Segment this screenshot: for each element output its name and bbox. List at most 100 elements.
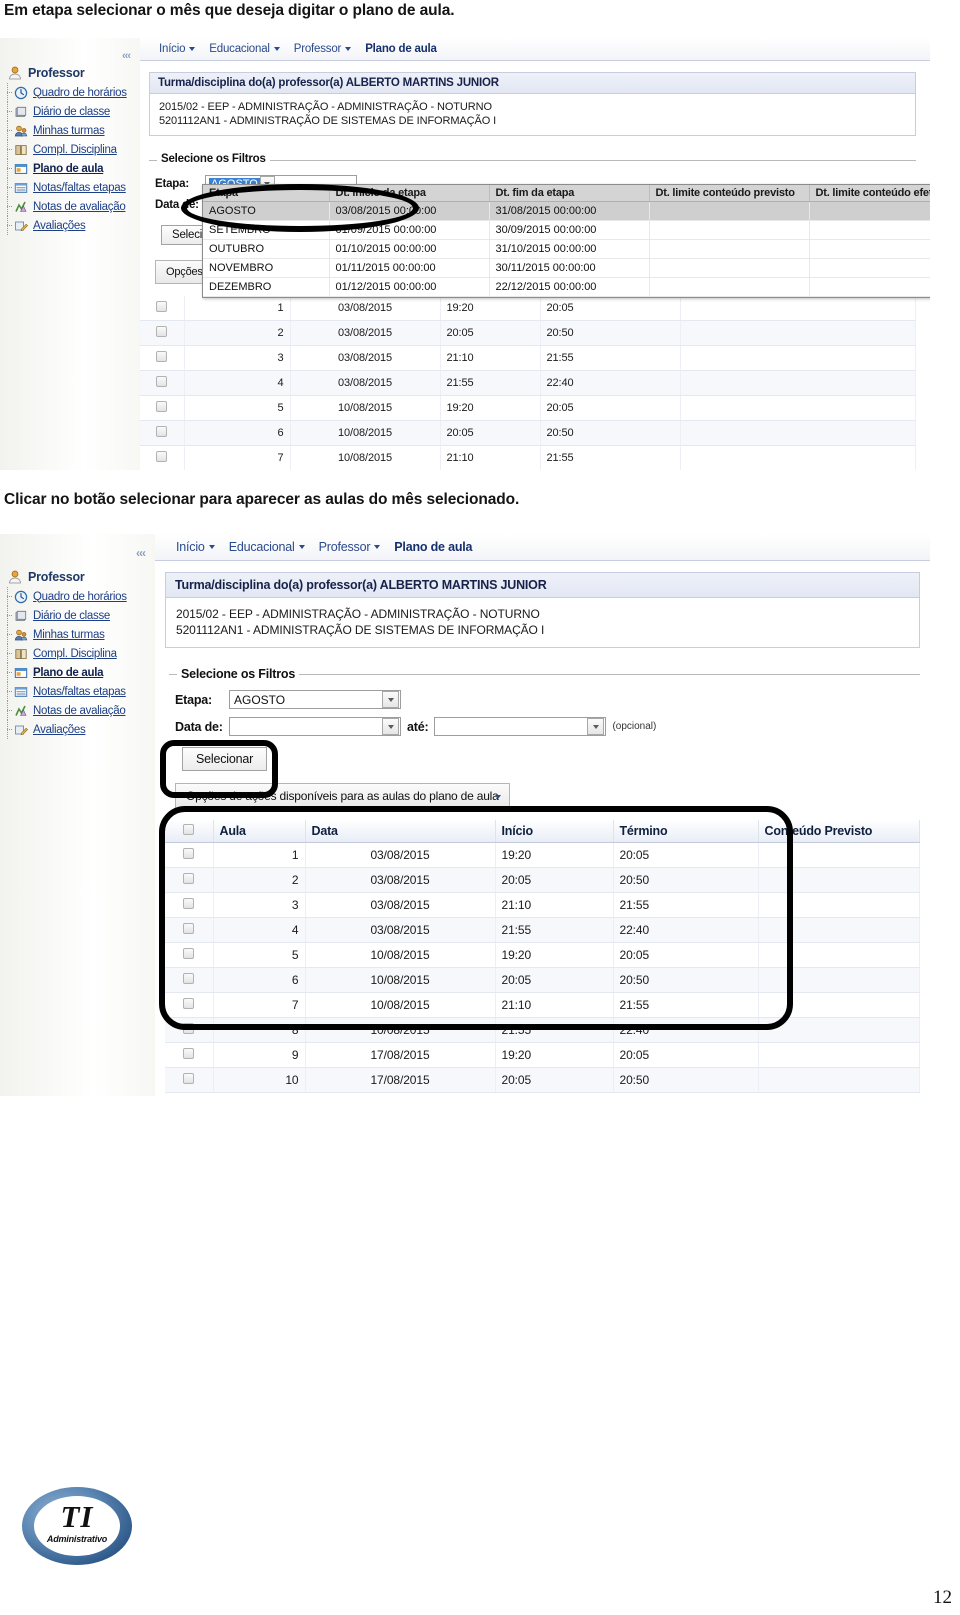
row-checkbox[interactable]	[156, 326, 168, 337]
table-row[interactable]: 7 10/08/2015 21:10 21:55	[140, 445, 916, 470]
calendar-chevron-icon[interactable]	[587, 718, 605, 735]
row-checkbox[interactable]	[183, 1023, 195, 1034]
row-checkbox[interactable]	[156, 351, 168, 362]
row-checkbox-cell[interactable]	[140, 395, 185, 421]
row-checkbox[interactable]	[156, 301, 168, 312]
row-checkbox-cell[interactable]	[140, 420, 185, 446]
table-row[interactable]: 5 10/08/2015 19:20 20:05	[140, 395, 916, 421]
menu-item-professor[interactable]: Professor	[287, 43, 358, 55]
row-checkbox-cell[interactable]	[165, 842, 214, 868]
menu-item-inicio[interactable]: Início	[169, 540, 222, 554]
sidebar-item-minhas-turmas[interactable]: Minhas turmas	[6, 121, 142, 140]
table-row[interactable]: 3 03/08/2015 21:10 21:55	[140, 345, 916, 371]
data-de-input[interactable]	[229, 717, 401, 736]
sidebar-item-compl-disciplina[interactable]: Compl. Disciplina	[6, 644, 158, 663]
row-checkbox-cell[interactable]	[165, 917, 214, 943]
chevron-down-icon[interactable]	[382, 691, 399, 708]
menu-item-plano-de-aula[interactable]: Plano de aula	[358, 43, 444, 55]
row-checkbox[interactable]	[183, 898, 195, 909]
menu-item-professor[interactable]: Professor	[312, 540, 388, 554]
etapa-dropdown-row[interactable]: OUTUBRO 01/10/2015 00:00:00 31/10/2015 00:…	[203, 239, 930, 259]
row-checkbox-cell[interactable]	[165, 992, 214, 1018]
table-row[interactable]: 2 03/08/2015 20:05 20:50	[165, 867, 920, 893]
sidebar-item-avaliacoes[interactable]: Avaliações	[6, 720, 158, 739]
row-checkbox[interactable]	[156, 401, 168, 412]
menu-item-plano-de-aula[interactable]: Plano de aula	[387, 540, 479, 554]
sidebar-item-compl-disciplina[interactable]: Compl. Disciplina	[6, 140, 142, 159]
row-checkbox-cell[interactable]	[165, 867, 214, 893]
row-checkbox[interactable]	[183, 1048, 195, 1059]
collapse-sidebar-icon[interactable]: ‹‹‹	[122, 50, 131, 62]
etapa-dropdown-row[interactable]: AGOSTO 03/08/2015 00:00:00 31/08/2015 00:0…	[203, 201, 930, 221]
row-checkbox[interactable]	[183, 873, 195, 884]
sidebar-item-notas-faltas-etapas[interactable]: Notas/faltas etapas	[6, 682, 158, 701]
termino-cell: 20:50	[613, 967, 759, 993]
row-checkbox-cell[interactable]	[140, 370, 185, 396]
table-row[interactable]: 6 10/08/2015 20:05 20:50	[140, 420, 916, 446]
column-header-select-all[interactable]	[165, 820, 214, 843]
sidebar-item-diario-de-classe[interactable]: Diário de classe	[6, 102, 142, 121]
table-row[interactable]: 3 03/08/2015 21:10 21:55	[165, 892, 920, 918]
row-checkbox[interactable]	[156, 426, 168, 437]
table-row[interactable]: 2 03/08/2015 20:05 20:50	[140, 320, 916, 346]
menu-item-label: Educacional	[228, 540, 295, 554]
row-checkbox[interactable]	[156, 451, 168, 462]
table-row[interactable]: 6 10/08/2015 20:05 20:50	[165, 967, 920, 993]
row-checkbox-cell[interactable]	[140, 296, 185, 321]
menu-item-inicio[interactable]: Início	[152, 43, 202, 55]
select-all-checkbox[interactable]	[183, 824, 195, 835]
etapa-dropdown-row[interactable]: DEZEMBRO 01/12/2015 00:00:00 22/12/2015 00…	[203, 277, 930, 297]
aula-cell: 6	[213, 967, 306, 993]
row-checkbox-cell[interactable]	[165, 1017, 214, 1043]
row-checkbox[interactable]	[183, 923, 195, 934]
sidebar-item-notas-faltas-etapas[interactable]: Notas/faltas etapas	[6, 178, 142, 197]
etapa-dropdown-row[interactable]: NOVEMBRO 01/11/2015 00:00:00 30/11/2015 00…	[203, 258, 930, 278]
row-checkbox-cell[interactable]	[165, 892, 214, 918]
table-row[interactable]: 5 10/08/2015 19:20 20:05	[165, 942, 920, 968]
etapa-dropdown-row[interactable]: SETEMBRO 01/09/2015 00:00:00 30/09/2015 00…	[203, 220, 930, 240]
row-checkbox[interactable]	[183, 848, 195, 859]
termino-cell: 22:40	[613, 917, 759, 943]
table-row[interactable]: 4 03/08/2015 21:55 22:40	[140, 370, 916, 396]
row-checkbox[interactable]	[183, 1073, 195, 1084]
calendar-chevron-icon[interactable]	[382, 718, 399, 735]
column-header-dt-inicio: Dt. início da etapa	[329, 185, 490, 202]
table-row[interactable]: 1 03/08/2015 19:20 20:05	[165, 842, 920, 868]
row-checkbox-cell[interactable]	[140, 345, 185, 371]
dt-limite-previsto-cell	[649, 201, 810, 221]
etapa-select[interactable]: AGOSTO	[229, 690, 401, 709]
selecionar-button[interactable]: Selecionar	[182, 747, 268, 771]
table-row[interactable]: 10 17/08/2015 20:05 20:50	[165, 1067, 920, 1093]
table-row[interactable]: 7 10/08/2015 21:10 21:55	[165, 992, 920, 1018]
sidebar-item-plano-de-aula[interactable]: Plano de aula	[6, 159, 142, 178]
sidebar-item-notas-de-avaliacao[interactable]: Notas de avaliação	[6, 197, 142, 216]
table-row[interactable]: 9 17/08/2015 19:20 20:05	[165, 1042, 920, 1068]
sidebar-item-diario-de-classe[interactable]: Diário de classe	[6, 606, 158, 625]
row-checkbox[interactable]	[183, 998, 195, 1009]
row-checkbox-cell[interactable]	[165, 1067, 214, 1093]
row-checkbox-cell[interactable]	[165, 1042, 214, 1068]
row-checkbox-cell[interactable]	[165, 967, 214, 993]
row-checkbox-cell[interactable]	[165, 942, 214, 968]
row-checkbox-cell[interactable]	[140, 320, 185, 346]
sidebar-item-minhas-turmas[interactable]: Minhas turmas	[6, 625, 158, 644]
table-row[interactable]: 1 03/08/2015 19:20 20:05	[140, 296, 916, 321]
row-checkbox[interactable]	[183, 948, 195, 959]
table-row[interactable]: 4 03/08/2015 21:55 22:40	[165, 917, 920, 943]
list-icon	[14, 685, 28, 699]
sidebar-item-plano-de-aula[interactable]: Plano de aula	[6, 663, 158, 682]
row-checkbox[interactable]	[156, 376, 168, 387]
collapse-sidebar-icon[interactable]: ‹‹‹	[136, 546, 146, 560]
table-row[interactable]: 8 10/08/2015 21:55 22:40	[165, 1017, 920, 1043]
row-checkbox[interactable]	[183, 973, 195, 984]
menu-item-educacional[interactable]: Educacional	[202, 43, 286, 55]
ate-input[interactable]	[434, 717, 607, 736]
sidebar-item-quadro-de-horarios[interactable]: Quadro de horários	[6, 587, 158, 606]
sidebar-item-quadro-de-horarios[interactable]: Quadro de horários	[6, 83, 142, 102]
etapa-dropdown-overlay[interactable]: Etapa Dt. início da etapa Dt. fim da eta…	[202, 184, 930, 298]
actions-dropdown-button[interactable]: Opções de ações disponíveis para as aula…	[175, 783, 510, 809]
menu-item-educacional[interactable]: Educacional	[222, 540, 312, 554]
row-checkbox-cell[interactable]	[140, 445, 185, 470]
sidebar-item-avaliacoes[interactable]: Avaliações	[6, 216, 142, 235]
sidebar-item-notas-de-avaliacao[interactable]: Notas de avaliação	[6, 701, 158, 720]
